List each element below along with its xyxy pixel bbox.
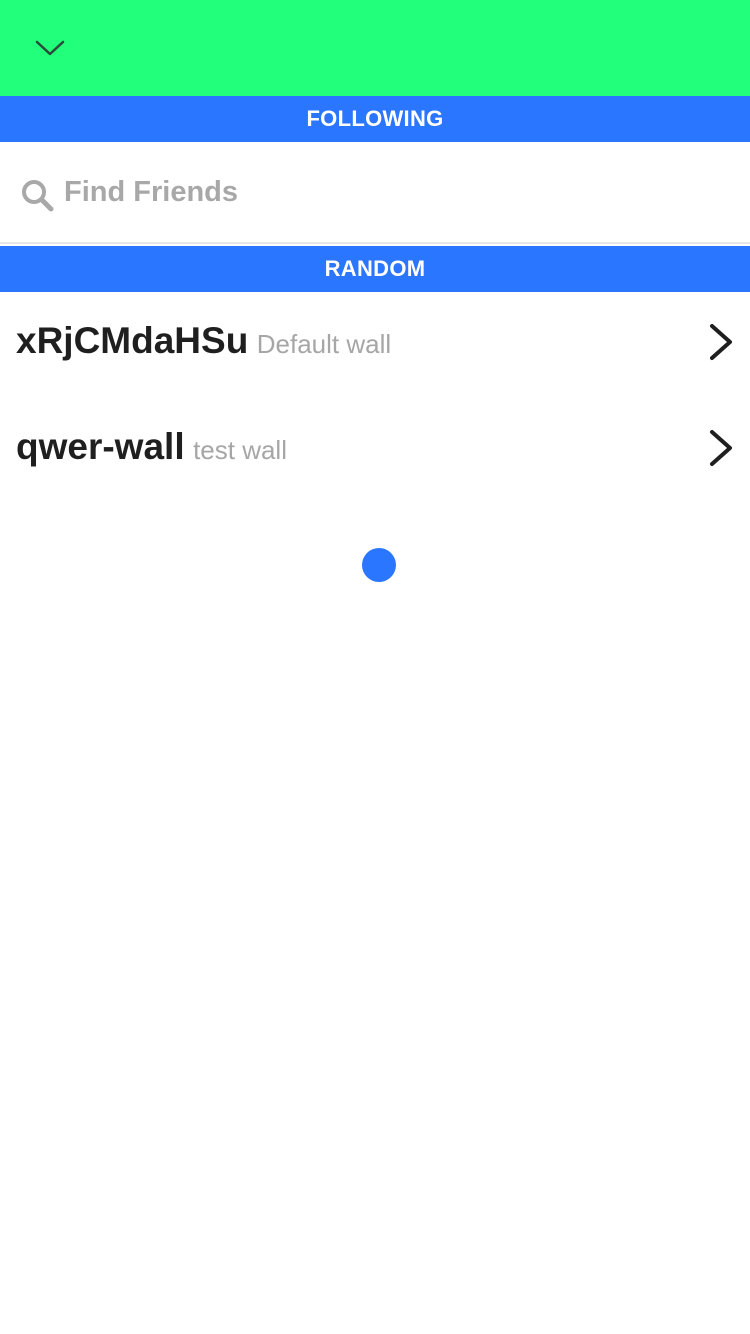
wall-name: qwer-wall — [16, 426, 185, 467]
wall-name: xRjCMdaHSu — [16, 320, 249, 361]
wall-description: test wall — [193, 435, 287, 465]
following-header-label: FOLLOWING — [306, 106, 444, 131]
random-header: RANDOM — [0, 246, 750, 292]
collapse-button[interactable] — [30, 28, 70, 68]
top-bar — [0, 0, 750, 96]
search-icon — [22, 180, 54, 212]
wall-row-1[interactable]: xRjCMdaHSu Default wall — [0, 292, 750, 392]
chevron-right-icon — [710, 430, 732, 466]
loading-indicator — [362, 548, 396, 582]
find-friends-input[interactable] — [64, 166, 724, 218]
chevron-down-icon — [35, 40, 65, 56]
chevron-right-icon — [710, 324, 732, 360]
wall-description: Default wall — [256, 329, 392, 359]
search-bar — [0, 142, 750, 244]
random-header-label: RANDOM — [324, 256, 426, 281]
following-header: FOLLOWING — [0, 96, 750, 142]
wall-row-2[interactable]: qwer-wall test wall — [0, 398, 750, 498]
